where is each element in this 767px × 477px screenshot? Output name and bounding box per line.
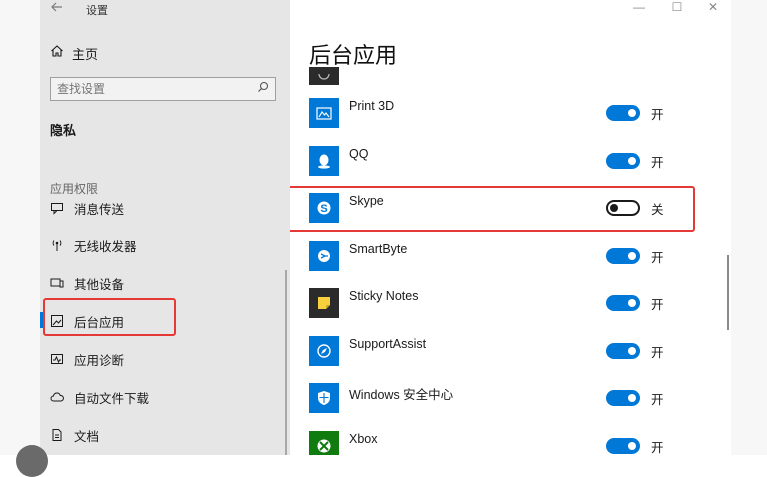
document-icon	[50, 428, 64, 442]
sidebar-item-radios[interactable]: 无线收发器	[50, 235, 137, 255]
search-icon[interactable]	[257, 80, 269, 98]
sidebar-scrollbar[interactable]	[285, 270, 287, 455]
skype-icon: S	[309, 193, 339, 223]
sidebar-item-label: 应用诊断	[74, 353, 125, 368]
section-title: 隐私	[50, 123, 77, 138]
sidebar-item-auto-downloads[interactable]: 自动文件下载	[50, 387, 149, 407]
app-name: Print 3D	[349, 99, 395, 113]
svg-text:S: S	[320, 203, 327, 215]
outer-background-right	[731, 0, 767, 455]
background-toggle[interactable]	[606, 390, 640, 406]
sidebar-item-label: 消息传送	[74, 202, 125, 217]
background-apps-icon	[50, 314, 64, 328]
app-row-print-3d: Print 3D 开	[290, 98, 731, 138]
app-row-windows-security: Windows 安全中心 开	[290, 383, 731, 423]
toggle-state-label: 开	[651, 251, 664, 265]
group-title: 应用权限	[50, 182, 99, 196]
outer-background-left	[0, 0, 40, 455]
maximize-button[interactable]: ☐	[662, 0, 692, 16]
home-icon	[50, 44, 64, 63]
search-box[interactable]	[50, 77, 276, 101]
page-title: 后台应用	[309, 43, 398, 68]
app-row-sticky-notes: Sticky Notes 开	[290, 288, 731, 328]
active-indicator	[40, 312, 43, 328]
app-row-smartbyte: SmartByte 开	[290, 241, 731, 281]
sidebar-item-background-apps[interactable]: 后台应用	[50, 311, 124, 331]
toggle-state-label: 关	[651, 203, 664, 217]
sidebar-item-label: 无线收发器	[74, 239, 137, 254]
message-icon	[50, 201, 64, 215]
sidebar-item-label: 后台应用	[74, 315, 125, 330]
sidebar: 设置 主页 隐私 应用权限 消息传送 无线收发器 其他设备	[40, 0, 290, 455]
background-toggle[interactable]	[606, 248, 640, 264]
window-title: 设置	[86, 5, 108, 17]
app-name: Windows 安全中心	[349, 388, 454, 402]
smartbyte-icon	[309, 241, 339, 271]
support-assist-icon	[309, 336, 339, 366]
floating-circle-button[interactable]	[16, 445, 48, 477]
sticky-notes-icon	[309, 288, 339, 318]
app-name: SmartByte	[349, 242, 408, 256]
search-input[interactable]	[57, 82, 257, 96]
app-name: Sticky Notes	[349, 289, 419, 303]
back-arrow-icon[interactable]	[50, 0, 70, 16]
app-row-skype: S Skype 关	[290, 193, 731, 233]
toggle-state-label: 开	[651, 156, 664, 170]
app-row-qq: QQ 开	[290, 146, 731, 186]
diagnostics-icon	[50, 352, 64, 366]
close-button[interactable]: ✕	[698, 0, 728, 16]
minimize-button[interactable]: —	[624, 0, 654, 16]
qq-penguin-icon	[309, 146, 339, 176]
sidebar-item-documents[interactable]: 文档	[50, 425, 99, 445]
sidebar-item-label: 自动文件下载	[74, 391, 150, 406]
app-icon-partial	[309, 67, 339, 85]
shield-icon	[309, 383, 339, 413]
app-name: Xbox	[349, 432, 378, 446]
background-toggle[interactable]	[606, 295, 640, 311]
app-name: QQ	[349, 147, 369, 161]
toggle-state-label: 开	[651, 441, 664, 455]
sidebar-item-label: 文档	[74, 429, 100, 444]
app-row-xbox: Xbox 开	[290, 431, 731, 455]
sidebar-item-home[interactable]: 主页	[50, 43, 98, 63]
background-toggle[interactable]	[606, 343, 640, 359]
sidebar-item-app-diagnostics[interactable]: 应用诊断	[50, 349, 124, 369]
main-scrollbar[interactable]	[727, 255, 729, 330]
toggle-state-label: 开	[651, 346, 664, 360]
toggle-state-label: 开	[651, 108, 664, 122]
sidebar-item-messaging[interactable]: 消息传送	[50, 198, 124, 218]
app-name: Skype	[349, 194, 384, 208]
background-toggle[interactable]	[606, 153, 640, 169]
devices-icon	[50, 276, 64, 290]
xbox-icon	[309, 431, 339, 455]
background-toggle[interactable]	[606, 438, 640, 454]
app-name: SupportAssist	[349, 337, 427, 351]
sidebar-item-other-devices[interactable]: 其他设备	[50, 273, 124, 293]
toggle-state-label: 开	[651, 393, 664, 407]
print3d-icon	[309, 98, 339, 128]
sidebar-item-label: 主页	[72, 46, 99, 62]
background-toggle[interactable]	[606, 105, 640, 121]
cloud-icon	[50, 390, 64, 404]
toggle-state-label: 开	[651, 298, 664, 312]
background-toggle[interactable]	[606, 200, 640, 216]
sidebar-item-label: 其他设备	[74, 277, 125, 292]
main-pane: — ☐ ✕ 后台应用 Print 3D 开 QQ 开 S Skype 关 Sma…	[290, 0, 731, 455]
antenna-icon	[50, 238, 64, 252]
app-row-supportassist: SupportAssist 开	[290, 336, 731, 376]
